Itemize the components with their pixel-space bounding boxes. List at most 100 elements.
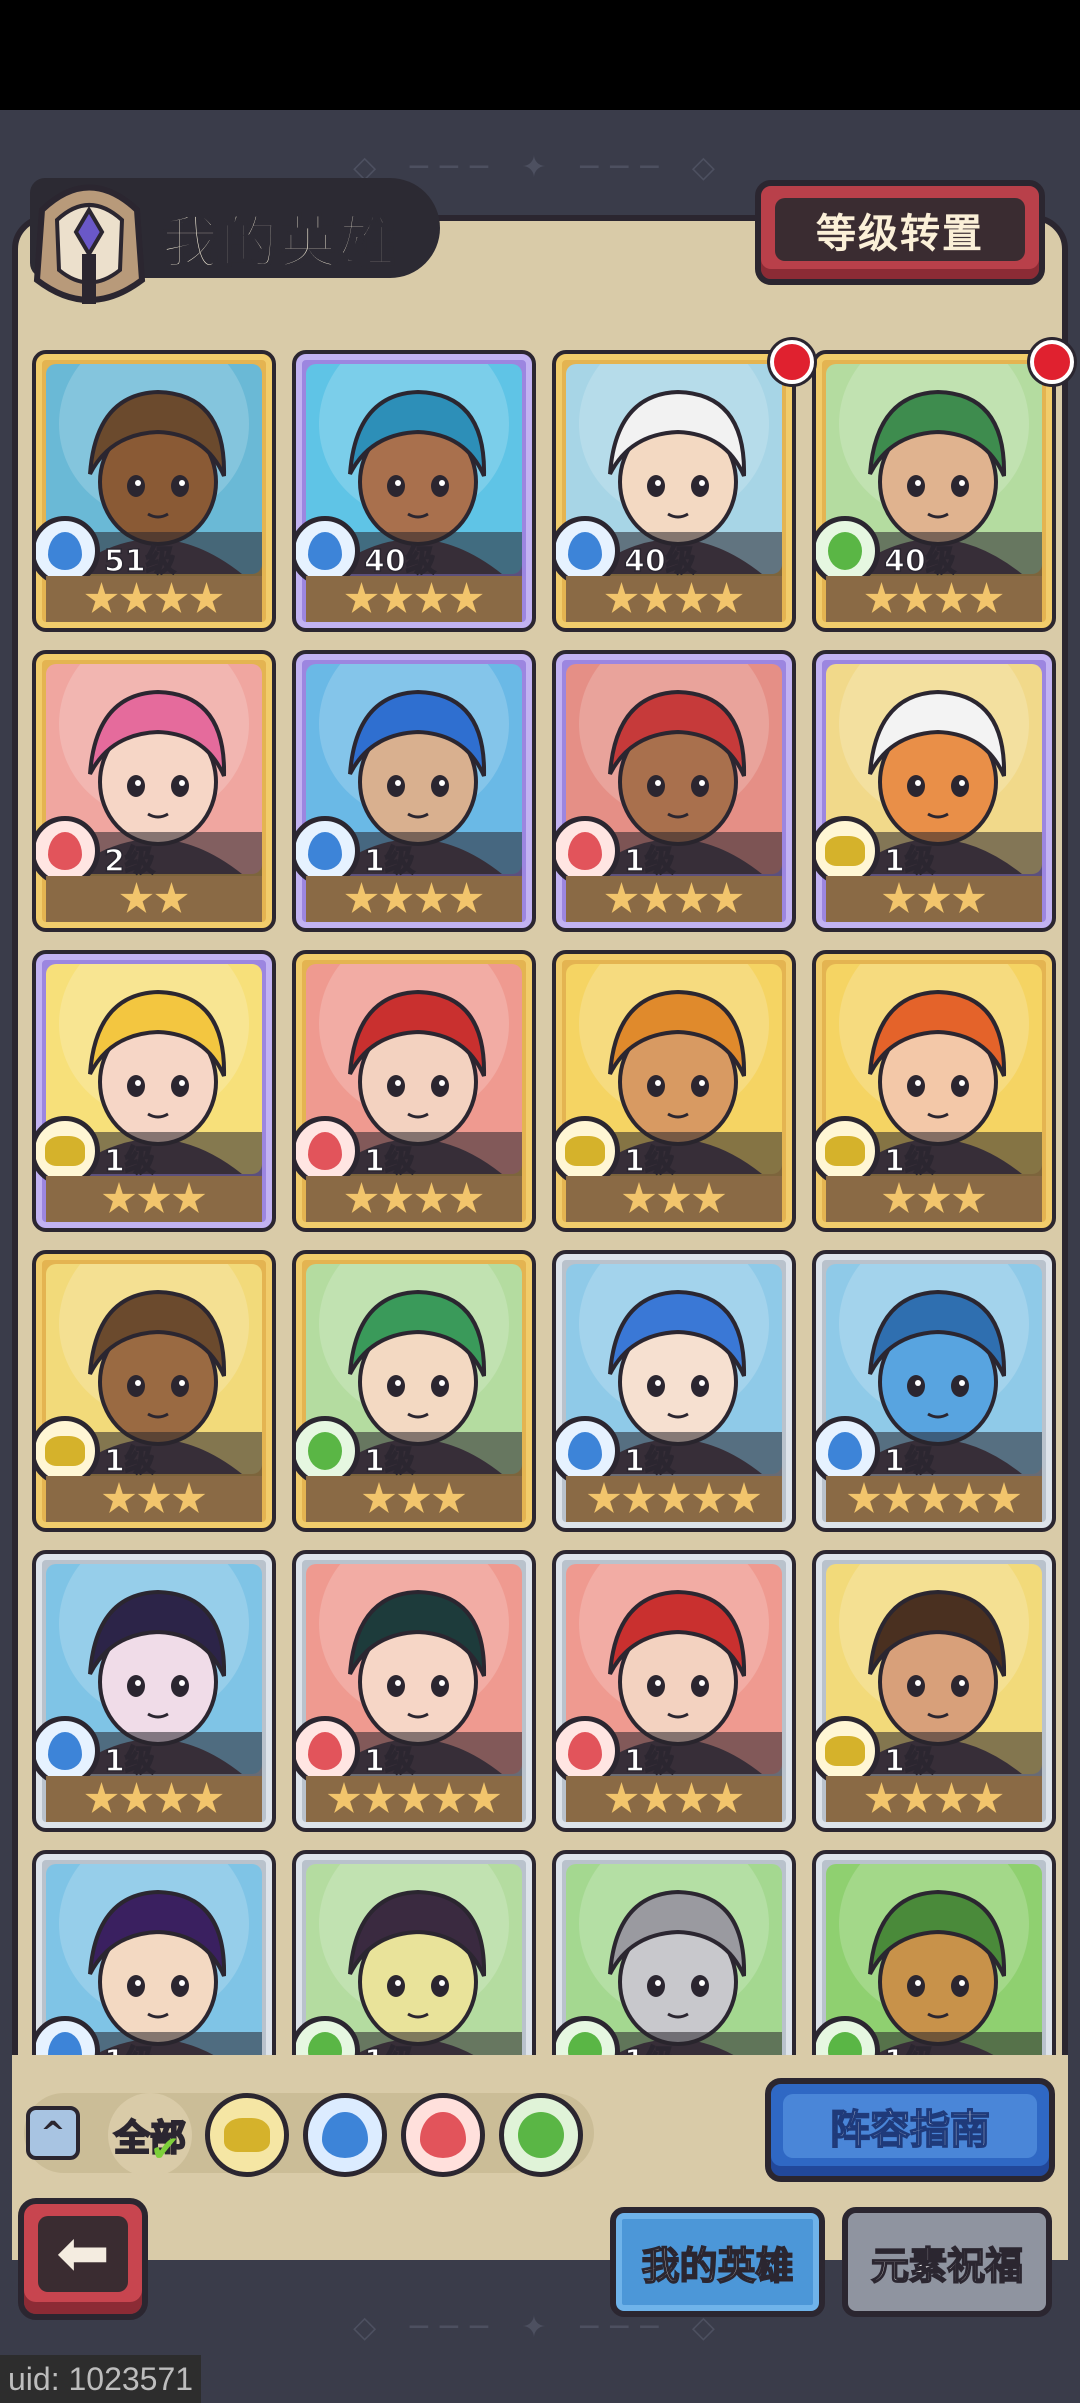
- earth-icon: [224, 2118, 270, 2152]
- star-icon: [727, 1482, 761, 1513]
- star-rating: [566, 1176, 782, 1222]
- wind-icon: [518, 2112, 564, 2158]
- hero-card[interactable]: 51级: [32, 350, 276, 632]
- star-icon: [605, 582, 638, 613]
- hero-card[interactable]: 1级: [812, 950, 1056, 1232]
- star-icon: [137, 1182, 171, 1213]
- hero-card[interactable]: 1级: [552, 650, 796, 932]
- star-icon: [345, 1182, 378, 1213]
- star-icon: [155, 582, 188, 613]
- star-icon: [432, 1782, 466, 1813]
- filter-fire[interactable]: [401, 2093, 485, 2177]
- star-icon: [917, 1482, 951, 1513]
- star-icon: [450, 582, 483, 613]
- water-icon: [322, 2112, 368, 2158]
- star-icon: [155, 1782, 188, 1813]
- notification-dot: [770, 340, 814, 384]
- hero-card[interactable]: 1级: [32, 950, 276, 1232]
- star-icon: [397, 1482, 431, 1513]
- star-icon: [640, 1782, 673, 1813]
- star-icon: [120, 882, 153, 913]
- star-icon: [137, 1482, 171, 1513]
- hero-card[interactable]: 1级: [292, 1550, 536, 1832]
- star-icon: [882, 1482, 916, 1513]
- star-rating: [566, 1476, 782, 1522]
- hero-card[interactable]: 1级: [292, 1850, 536, 2055]
- hero-card[interactable]: 40级: [552, 350, 796, 632]
- hero-card[interactable]: 1级: [32, 1550, 276, 1832]
- collapse-button[interactable]: ^: [26, 2106, 80, 2160]
- star-icon: [657, 1482, 691, 1513]
- hero-grid[interactable]: 51级 40级 40级 40级 2级 1级 1级 1级 1级 1级 1级 1级 1级 1级 1级 1级 1级 1级…: [24, 350, 1056, 2055]
- star-icon: [587, 1482, 621, 1513]
- hero-level: 1级: [883, 1743, 935, 1780]
- star-rating: [46, 1476, 262, 1522]
- star-icon: [415, 1182, 448, 1213]
- hero-card[interactable]: 1级: [812, 1250, 1056, 1532]
- star-icon: [952, 1482, 986, 1513]
- star-rating: [566, 576, 782, 622]
- back-button[interactable]: ⬅: [18, 2198, 148, 2320]
- hero-card[interactable]: 40级: [812, 350, 1056, 632]
- star-icon: [865, 582, 898, 613]
- hero-card[interactable]: 40级: [292, 350, 536, 632]
- hero-card[interactable]: 2级: [32, 650, 276, 932]
- star-icon: [622, 1482, 656, 1513]
- star-icon: [692, 1182, 726, 1213]
- star-icon: [952, 882, 986, 913]
- filter-earth[interactable]: [205, 2093, 289, 2177]
- hero-card[interactable]: 1级: [292, 1250, 536, 1532]
- hero-card[interactable]: 1级: [32, 1850, 276, 2055]
- hero-level: 40级: [363, 543, 436, 580]
- star-rating: [826, 576, 1042, 622]
- filter-wind[interactable]: [499, 2093, 583, 2177]
- tab-my-heroes[interactable]: 我的英雄: [610, 2207, 825, 2317]
- back-arrow-icon: ⬅: [56, 2217, 110, 2291]
- hero-level: 1级: [103, 1143, 155, 1180]
- star-icon: [675, 882, 708, 913]
- hero-card[interactable]: 1级: [552, 1250, 796, 1532]
- star-icon: [640, 582, 673, 613]
- lineup-guide-button[interactable]: 阵容指南: [765, 2078, 1055, 2182]
- hero-level: 1级: [883, 1143, 935, 1180]
- hero-card[interactable]: 1级: [812, 1850, 1056, 2055]
- star-icon: [85, 582, 118, 613]
- star-icon: [882, 882, 916, 913]
- hero-card[interactable]: 1级: [292, 650, 536, 932]
- hero-card[interactable]: 1级: [292, 950, 536, 1232]
- lineup-guide-label: 阵容指南: [783, 2094, 1037, 2158]
- star-icon: [692, 1482, 726, 1513]
- status-bar-area: [0, 0, 1080, 110]
- star-rating: [566, 876, 782, 922]
- hero-card[interactable]: 1级: [552, 1550, 796, 1832]
- hero-card[interactable]: 1级: [552, 950, 796, 1232]
- hero-card[interactable]: 1级: [552, 1850, 796, 2055]
- filter-water[interactable]: [303, 2093, 387, 2177]
- level-transfer-label: 等级转置: [775, 198, 1025, 261]
- star-icon: [120, 1782, 153, 1813]
- star-icon: [605, 882, 638, 913]
- level-transfer-button[interactable]: 等级转置: [755, 180, 1045, 285]
- hero-card[interactable]: 1级: [32, 1250, 276, 1532]
- star-icon: [675, 582, 708, 613]
- hero-card[interactable]: 1级: [812, 650, 1056, 932]
- hero-level: 1级: [623, 843, 675, 880]
- star-icon: [710, 582, 743, 613]
- star-icon: [397, 1782, 431, 1813]
- tab-element-blessing[interactable]: 元素祝福: [842, 2207, 1052, 2317]
- star-icon: [935, 582, 968, 613]
- star-icon: [380, 582, 413, 613]
- hero-level: 40级: [623, 543, 696, 580]
- star-icon: [190, 1782, 223, 1813]
- star-icon: [882, 1182, 916, 1213]
- filter-all[interactable]: 全部 ✔: [108, 2093, 192, 2177]
- star-icon: [432, 1482, 466, 1513]
- star-icon: [345, 582, 378, 613]
- hero-level: 1级: [623, 2036, 675, 2055]
- star-rating: [826, 876, 1042, 922]
- star-rating: [826, 1176, 1042, 1222]
- star-icon: [450, 1182, 483, 1213]
- hero-card[interactable]: 1级: [812, 1550, 1056, 1832]
- star-icon: [415, 882, 448, 913]
- star-icon: [85, 1782, 118, 1813]
